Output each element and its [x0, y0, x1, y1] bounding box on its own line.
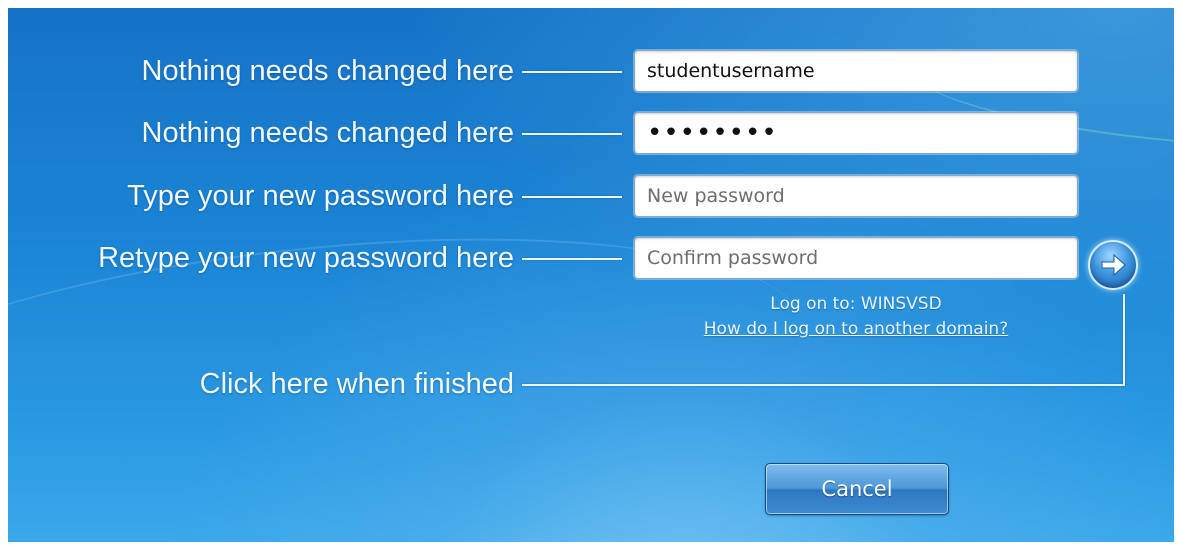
login-screen-background: Nothing needs changed here Nothing needs… [8, 8, 1174, 542]
new-password-input[interactable] [635, 176, 1077, 216]
log-on-to-domain-text: Log on to: WINSVSD [770, 294, 942, 314]
username-input[interactable] [635, 51, 1077, 91]
old-password-connector-line [522, 133, 622, 135]
another-domain-link[interactable]: How do I log on to another domain? [634, 319, 1078, 339]
username-field-box [634, 50, 1078, 92]
old-password-field-box [634, 112, 1078, 154]
old-password-input[interactable] [635, 113, 1077, 153]
username-annotation: Nothing needs changed here [141, 55, 514, 87]
confirm-password-connector-line [522, 258, 622, 260]
submit-annotation: Click here when finished [199, 368, 514, 400]
confirm-password-input[interactable] [635, 238, 1077, 278]
new-password-field-box [634, 175, 1078, 217]
old-password-annotation: Nothing needs changed here [141, 117, 514, 149]
submit-connector-line [522, 384, 1125, 386]
new-password-connector-line [522, 196, 622, 198]
confirm-password-annotation: Retype your new password here [98, 242, 514, 274]
submit-arrow-button[interactable] [1088, 240, 1138, 290]
new-password-annotation: Type your new password here [127, 180, 514, 212]
confirm-password-field-box [634, 237, 1078, 279]
cancel-button[interactable]: Cancel [765, 463, 949, 515]
submit-connector-vertical-line [1123, 294, 1125, 386]
username-connector-line [522, 71, 622, 73]
right-arrow-icon [1101, 253, 1126, 277]
